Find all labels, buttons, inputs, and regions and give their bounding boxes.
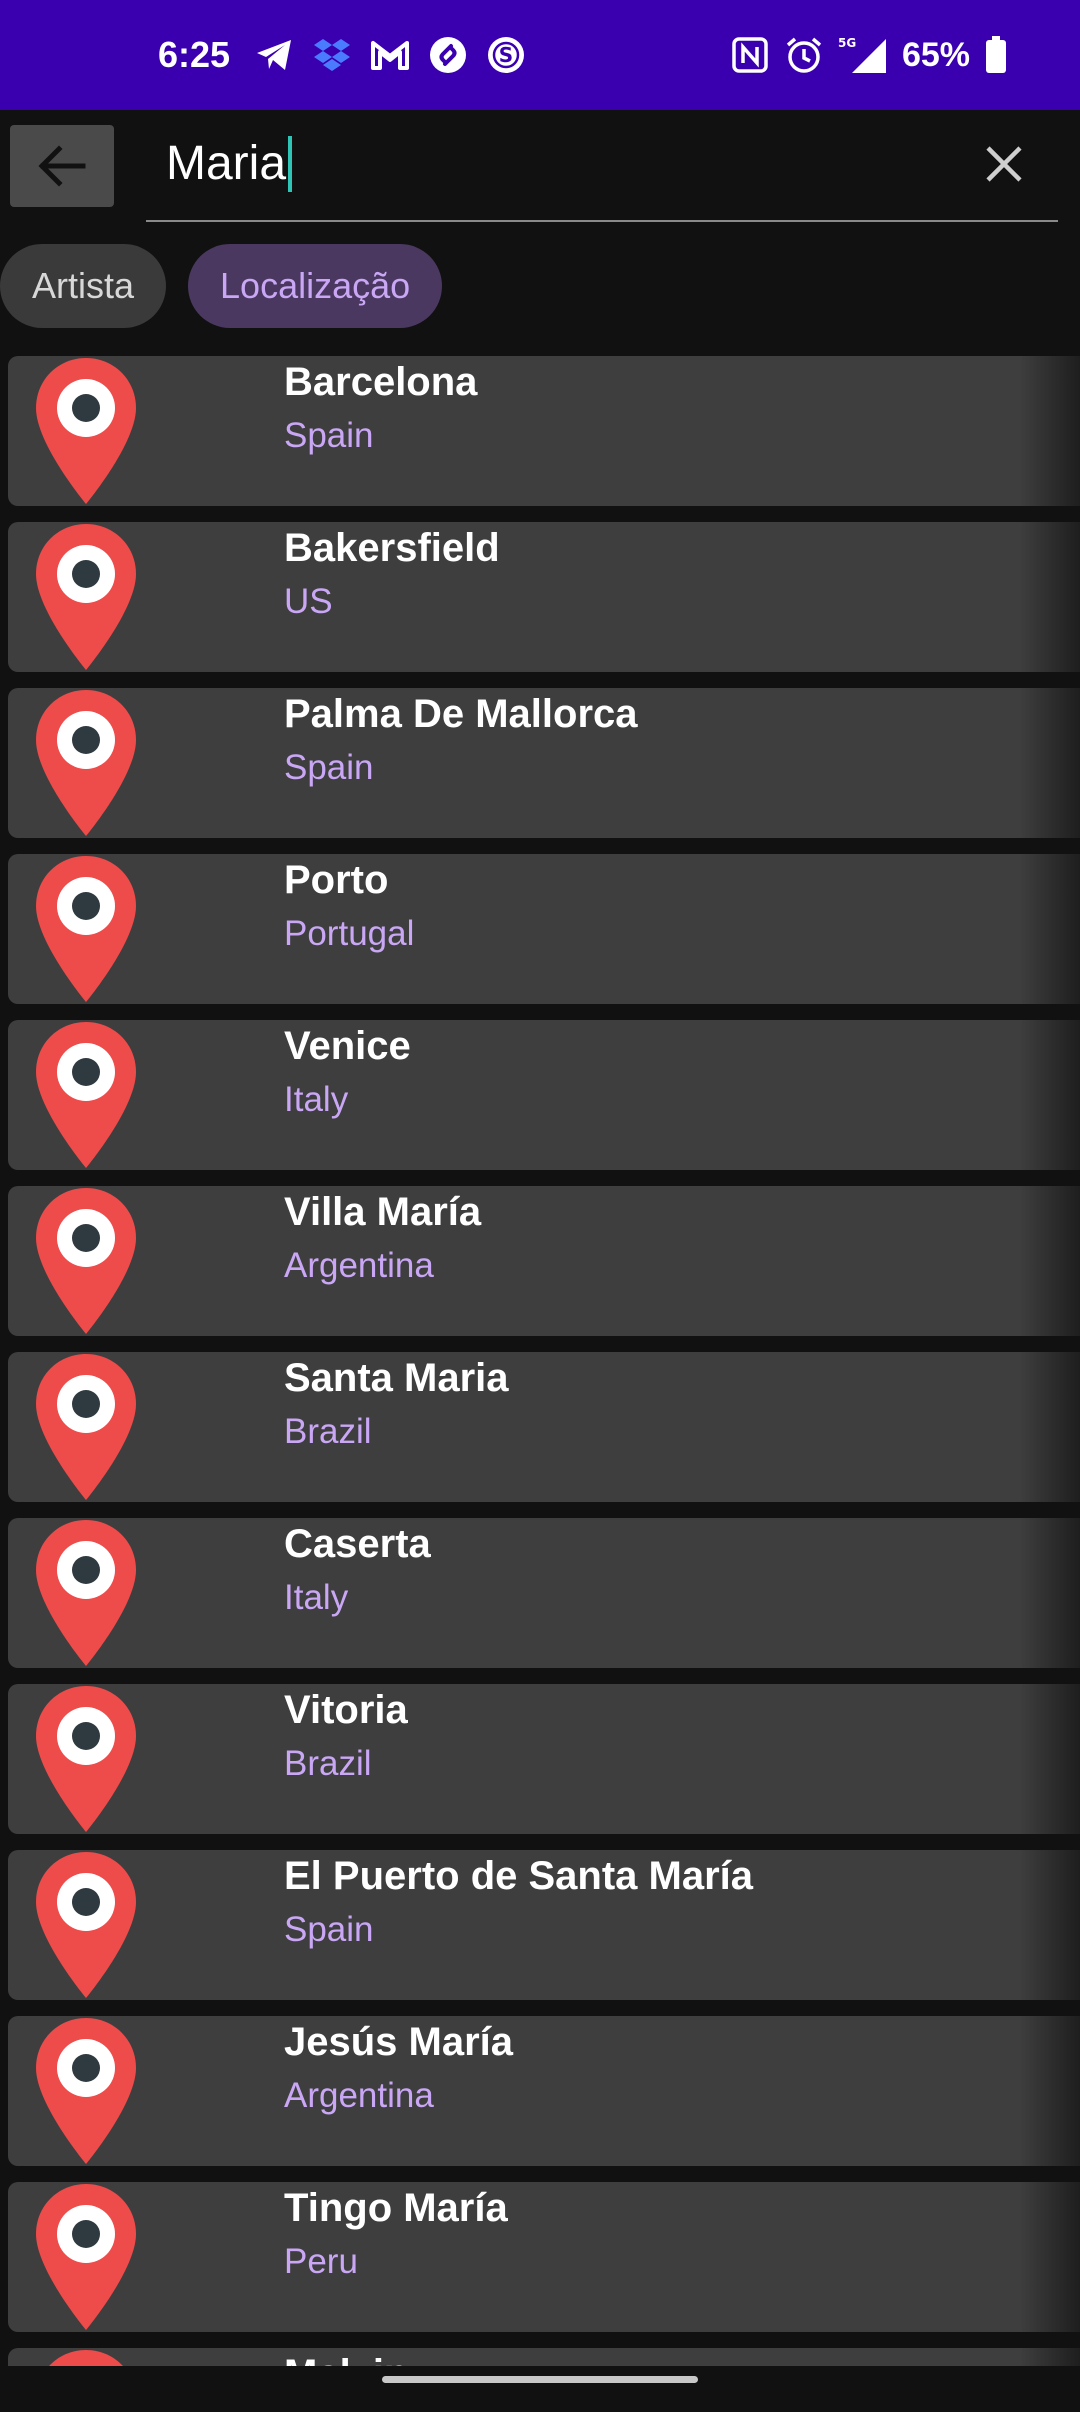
location-pin-icon <box>36 358 136 504</box>
battery-icon <box>984 35 1008 75</box>
result-name: Santa Maria <box>284 1356 509 1400</box>
location-pin-icon <box>36 1520 136 1666</box>
list-item[interactable]: Bakersfield US <box>8 522 1080 672</box>
result-name: Villa María <box>284 1190 482 1234</box>
result-country: Spain <box>284 416 374 455</box>
result-name: Barcelona <box>284 360 478 404</box>
location-pin-icon <box>36 2184 136 2330</box>
location-pin-icon <box>36 2018 136 2164</box>
svg-text:S: S <box>499 43 513 67</box>
result-name: Palma De Mallorca <box>284 692 638 736</box>
result-country: Brazil <box>284 1412 372 1451</box>
result-name: El Puerto de Santa María <box>284 1854 754 1898</box>
result-name: Venice <box>284 1024 411 1068</box>
location-pin-icon <box>36 1686 136 1832</box>
result-name: Malvin <box>284 2352 408 2366</box>
list-item[interactable]: Venice Italy <box>8 1020 1080 1170</box>
battery-percent: 65% <box>901 35 970 74</box>
status-time: 6:25 <box>158 34 231 75</box>
result-name: Vitoria <box>284 1688 408 1732</box>
result-country: Argentina <box>284 2076 434 2115</box>
location-pin-icon <box>36 690 136 836</box>
chip-localizacao[interactable]: Localização <box>188 244 443 328</box>
result-country: Spain <box>284 1910 374 1949</box>
list-item[interactable]: Tingo María Peru <box>8 2182 1080 2332</box>
s-app-icon: S <box>486 35 526 75</box>
alarm-icon <box>784 35 824 75</box>
result-country: Portugal <box>284 914 415 953</box>
gmail-icon <box>370 35 410 75</box>
signal-5g-icon: 5G <box>838 35 888 75</box>
list-item[interactable]: El Puerto de Santa María Spain <box>8 1850 1080 2000</box>
back-button[interactable] <box>10 125 114 207</box>
svg-text:5G: 5G <box>838 36 856 50</box>
location-pin-icon <box>49 2350 123 2366</box>
nfc-icon <box>730 35 770 75</box>
list-item[interactable]: Palma De Mallorca Spain <box>8 688 1080 838</box>
result-name: Caserta <box>284 1522 431 1566</box>
result-country: Spain <box>284 748 374 787</box>
list-item[interactable]: Santa Maria Brazil <box>8 1352 1080 1502</box>
list-item[interactable]: Malvin <box>8 2348 1080 2366</box>
shazam-icon <box>428 35 468 75</box>
search-bar: Maria <box>0 110 1080 226</box>
clear-search-button[interactable] <box>974 134 1034 194</box>
list-item[interactable]: Villa María Argentina <box>8 1186 1080 1336</box>
result-country: Argentina <box>284 1246 434 1285</box>
result-country: Brazil <box>284 1744 372 1783</box>
list-item[interactable]: Jesús María Argentina <box>8 2016 1080 2166</box>
list-item[interactable]: Barcelona Spain <box>8 356 1080 506</box>
status-bar: 6:25 S 5G 65% <box>0 0 1080 110</box>
location-pin-icon <box>36 1022 136 1168</box>
result-country: Italy <box>284 1578 349 1617</box>
result-name: Tingo María <box>284 2186 508 2230</box>
location-pin-icon <box>36 856 136 1002</box>
result-name: Jesús María <box>284 2020 514 2064</box>
telegram-icon <box>254 35 294 75</box>
results-list: Barcelona Spain Bakersfield US Palma De … <box>0 356 1080 2366</box>
status-left: 6:25 S <box>158 0 526 110</box>
search-input[interactable]: Maria <box>146 110 1058 222</box>
location-pin-icon <box>36 524 136 670</box>
location-pin-icon <box>36 1852 136 1998</box>
list-item[interactable]: Porto Portugal <box>8 854 1080 1004</box>
search-query[interactable]: Maria <box>166 136 293 192</box>
navigation-bar <box>0 2366 1080 2412</box>
status-right: 5G 65% <box>730 0 1008 110</box>
filter-chips: Artista Localização <box>0 244 443 328</box>
result-name: Porto <box>284 858 389 902</box>
location-pin-icon <box>36 1188 136 1334</box>
result-country: US <box>284 582 333 621</box>
location-pin-icon <box>36 1354 136 1500</box>
result-country: Peru <box>284 2242 358 2281</box>
list-item[interactable]: Caserta Italy <box>8 1518 1080 1668</box>
result-country: Italy <box>284 1080 349 1119</box>
arrow-left-icon <box>38 145 86 187</box>
list-item[interactable]: Vitoria Brazil <box>8 1684 1080 1834</box>
chip-artista[interactable]: Artista <box>0 244 167 328</box>
result-name: Bakersfield <box>284 526 500 570</box>
home-gesture-handle[interactable] <box>382 2376 698 2383</box>
close-icon <box>986 146 1022 182</box>
dropbox-icon <box>312 35 352 75</box>
